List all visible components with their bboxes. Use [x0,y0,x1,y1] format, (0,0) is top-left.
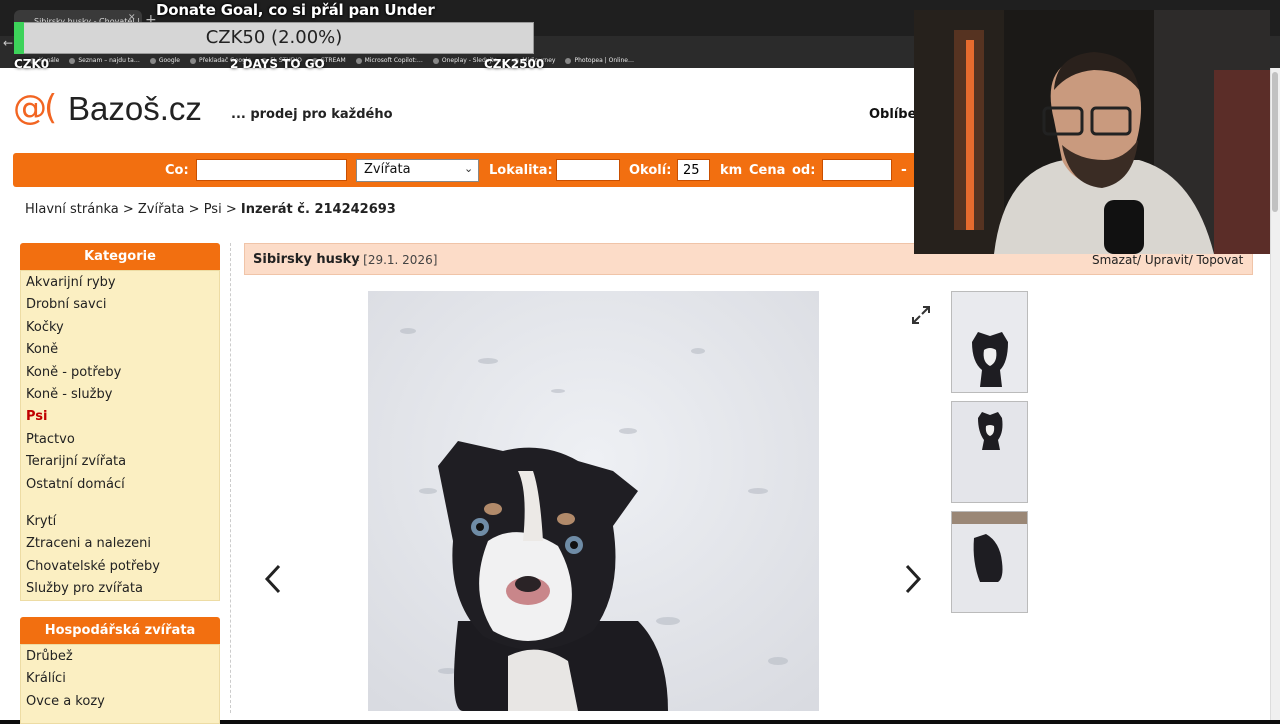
breadcrumb: Hlavní stránka > Zvířata > Psi > Inzerát… [25,202,396,217]
sidebar-category-item[interactable]: Drůbež [26,649,73,664]
bookmark-label: Photopea | Online… [574,57,634,64]
sidebar-category-item[interactable]: Psi [26,409,48,424]
bookmark-favicon-icon [149,58,156,64]
breadcrumb-current: Inzerát č. 214242693 [240,202,396,217]
search-price-dash: - [901,162,907,178]
search-what-input[interactable] [196,159,347,181]
search-price-label: Cena [749,163,786,178]
bookmark-item[interactable]: Google [149,54,180,68]
bookmark-label: Seznam – najdu ta… [78,57,140,64]
chevron-right-icon[interactable] [903,562,923,605]
donate-goal-min: CZK0 [14,57,50,71]
ad-date: - [29.1. 2026] [355,253,438,267]
bookmark-favicon-icon [69,58,76,64]
streamer-webcam [914,10,1270,254]
search-price-from-input[interactable] [822,159,892,181]
sidebar-category-item[interactable]: Koně - potřeby [26,365,121,380]
search-what-label: Co: [165,163,189,178]
sidebar-hospodarska-title: Hospodářská zvířata [20,617,220,644]
search-location-label: Lokalita: [489,163,553,178]
sidebar-category-item[interactable]: Akvarijní ryby [26,275,116,290]
search-km-label: km [720,163,743,178]
sidebar-category-item[interactable]: Kočky [26,320,64,335]
breadcrumb-separator: > [188,202,200,217]
sidebar-category-item[interactable]: Koně [26,342,58,357]
search-price-from-label: od: [792,163,816,178]
thumbnail-2[interactable] [951,401,1028,503]
bazos-logo-text[interactable]: Bazoš.cz [68,90,202,128]
sidebar-category-item[interactable]: Ostatní domácí [26,477,125,492]
sidebar-category-item[interactable]: Koně - služby [26,387,112,402]
bookmark-item[interactable]: Photopea | Online… [565,54,634,68]
breadcrumb-separator: > [122,202,134,217]
bazos-logo-icon[interactable]: @( [13,88,57,128]
bookmark-label: Microsoft Copilot:… [364,57,423,64]
search-radius-label: Okolí: [629,163,672,178]
breadcrumb-psi[interactable]: Psi [204,202,222,217]
search-location-input[interactable] [556,159,620,181]
sidebar-divider [230,243,231,713]
bookmark-item[interactable]: Microsoft Copilot:… [355,54,423,68]
back-arrow-icon[interactable]: ← [3,36,13,50]
sidebar-category-item[interactable]: Terarijní zvířata [26,454,126,469]
donate-goal-days: 2 DAYS TO GO [230,57,325,71]
bookmark-favicon-icon [565,58,572,64]
thumbnail-3[interactable] [951,511,1028,613]
thumbnail-1[interactable] [951,291,1028,393]
bookmark-favicon-icon [190,58,196,64]
ad-title: Sibirsky husky [253,252,360,267]
bookmark-item[interactable]: Seznam – najdu ta… [69,54,140,68]
donate-goal-max: CZK2500 [484,57,545,71]
bookmark-label: Google [158,57,180,64]
sidebar-category-item[interactable]: Ztraceni a nalezeni [26,536,151,551]
ad-actions[interactable]: Smazat/ Upravit/ Topovat [1092,253,1243,267]
main-photo-husky-puppy[interactable] [368,291,819,711]
bookmark-favicon-icon [432,58,439,64]
scrollbar-thumb[interactable] [1272,72,1278,212]
donate-goal-title: Donate Goal, co si přál pan Under [156,1,435,19]
breadcrumb-home[interactable]: Hlavní stránka [25,202,119,217]
bookmark-favicon-icon [355,58,362,64]
sidebar-category-item[interactable]: Chovatelské potřeby [26,559,160,574]
sidebar-category-item[interactable]: Králíci [26,671,66,686]
expand-icon[interactable] [911,305,931,329]
category-select[interactable]: Zvířata [356,159,479,182]
sidebar-category-item[interactable]: Ptactvo [26,432,75,447]
sidebar-category-item[interactable]: Ovce a kozy [26,694,105,709]
donate-goal-amount: CZK50 (2.00%) [205,27,343,48]
sidebar-category-item[interactable]: Krytí [26,514,56,529]
sidebar-category-item[interactable]: Služby pro zvířata [26,581,143,596]
chevron-down-icon[interactable]: ⌄ [464,162,473,175]
sidebar-category-item[interactable]: Drobní savci [26,297,106,312]
site-slogan: ... prodej pro každého [231,107,393,122]
search-radius-input[interactable] [677,159,710,181]
breadcrumb-zvirata[interactable]: Zvířata [138,202,185,217]
breadcrumb-separator: > [225,202,237,217]
sidebar-kategorie-title: Kategorie [20,243,220,270]
chevron-left-icon[interactable] [263,562,283,605]
